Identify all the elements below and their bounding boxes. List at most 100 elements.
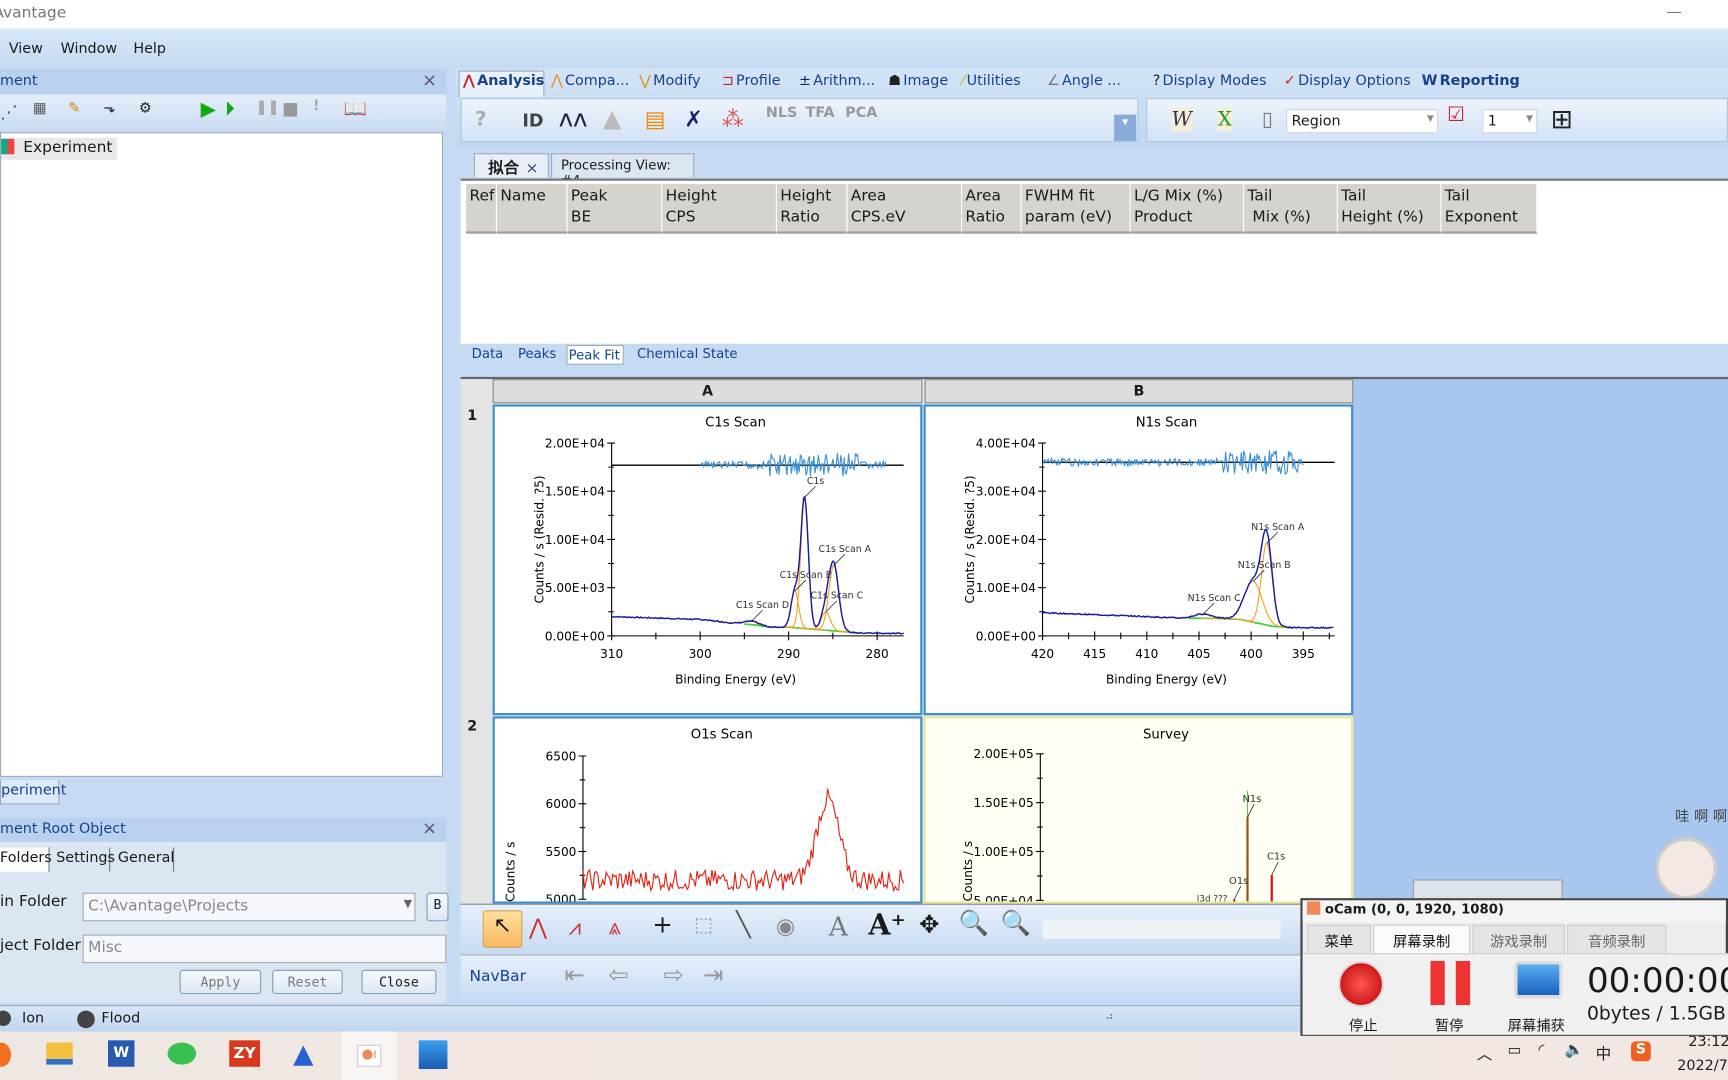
wifi-icon[interactable]: ◜ [1538,1041,1544,1059]
tree-item-experiment[interactable]: Experiment [1,137,117,160]
tab-experiment[interactable]: periment [0,780,66,805]
previous-icon[interactable]: ⇦ [608,962,628,990]
menu-help[interactable]: Help [133,41,166,58]
row-header-2[interactable]: 2 [467,719,477,736]
chart-c1s-scan[interactable]: C1s Scan 0.00E+00 5.00E+03 1.00E+04 1.50E+04… [492,404,923,716]
apply-button[interactable]: Apply [179,969,262,995]
word-icon[interactable]: W [107,1040,135,1067]
text-plus-icon[interactable]: A⁺ [868,909,905,942]
word-export-icon[interactable]: W [1171,107,1192,132]
ribbon-tab-10[interactable]: W Reporting [1422,73,1520,90]
layout-grid-icon[interactable]: ⊞ [1551,104,1573,135]
column-header[interactable]: Peak BE [567,184,663,234]
minimize-button[interactable]: — [1666,3,1681,21]
sub-tab[interactable]: Data [471,345,507,365]
grid-icon[interactable]: ▦ [33,100,47,117]
zy-icon[interactable]: ZY [229,1040,261,1067]
tab-processing-view[interactable]: Processing View: #4 [551,153,695,188]
chevron-up-icon[interactable]: ︿ [1477,1043,1492,1065]
stop-record-icon[interactable] [1337,960,1385,1008]
toolbar-field[interactable] [1042,919,1281,939]
spectrum-icon[interactable]: ▲ [603,106,622,134]
chevron-down-icon[interactable]: ▼ [404,898,412,910]
powerpoint-icon[interactable]: ▯ [1262,108,1273,131]
ribbon-tab-8[interactable]: ? Display Modes [1153,73,1267,90]
page-select[interactable]: 1 ▼ [1482,109,1538,134]
excel-export-icon[interactable]: X [1217,107,1232,132]
marquee-icon[interactable]: ⬚ [694,914,713,937]
close-button[interactable]: Close [361,969,437,995]
ribbon-tab-7[interactable]: ∠ Angle ... [1047,73,1121,90]
reset-button[interactable]: Reset [272,969,343,995]
tab-folders[interactable]: Folders [0,847,52,872]
help-id-icon[interactable]: ? [475,108,487,131]
tab-general[interactable]: General [112,847,174,872]
gear-icon[interactable]: ⚙ [139,100,152,117]
tab-fitting[interactable]: 拟合 × [473,153,549,178]
move-icon[interactable]: ✥ [919,911,939,939]
add-region-icon[interactable]: ⩘ [569,914,581,940]
ocam-tab[interactable]: 屏幕录制 [1373,924,1471,954]
ocam-taskbar-item[interactable]: ●ı [341,1031,397,1080]
sogou-icon[interactable]: S [1631,1041,1651,1062]
column-header-a[interactable]: A [492,379,923,404]
pca-button[interactable]: PCA [845,105,877,122]
add-peak-icon[interactable]: ⋀ [529,914,547,940]
file-explorer-icon[interactable] [46,1042,73,1065]
region-select[interactable]: Region ▼ [1286,109,1439,134]
chart-o1s-scan[interactable]: O1s Scan 5000 5500 6000 6500 Counts / s [492,716,923,904]
book-icon[interactable]: 📖 [344,98,367,120]
first-icon[interactable]: ⇤ [564,962,584,990]
menu-window[interactable]: Window [61,41,117,58]
id-button[interactable]: ID [522,110,543,131]
close-icon[interactable]: × [526,160,539,178]
browse-button[interactable]: B [426,892,449,922]
molecule-icon[interactable]: ⁂ [722,106,744,132]
pause-record-icon[interactable] [1430,960,1471,1006]
fan-widget-icon[interactable] [1655,837,1717,900]
last-icon[interactable]: ⇥ [703,962,723,990]
column-header[interactable]: Area CPS.eV [847,184,963,234]
next-icon[interactable]: ⇨ [663,962,683,990]
column-header[interactable]: Name [497,184,568,234]
text-icon[interactable]: A [829,911,848,942]
ribbon-tab-0[interactable]: ⋀ Analysis [463,73,544,90]
add-peaks-icon[interactable]: ⩓ [608,914,620,940]
scatter-icon[interactable]: ⋰ [0,101,18,122]
tfa-button[interactable]: TFA [806,105,835,122]
volume-icon[interactable]: 🔈 [1565,1041,1584,1059]
nls-button[interactable]: NLS [766,105,797,122]
ribbon-tab-3[interactable]: ⊐ Profile [722,73,781,90]
ribbon-tab-1[interactable]: ⋀ Compa... [551,73,629,90]
cross-peak-icon[interactable]: ✗ [684,106,702,132]
column-header[interactable]: Height CPS [662,184,777,234]
column-header[interactable]: Tail Mix (%) [1244,184,1338,234]
column-header[interactable]: FWHM fit param (eV) [1021,184,1131,234]
column-header[interactable]: Ref [466,184,498,234]
eye-icon[interactable]: ◉ [776,912,795,938]
project-folder-field[interactable]: Misc [82,934,447,964]
zoom-in-icon[interactable]: 🔍 [959,910,989,938]
column-header[interactable]: Tail Exponent [1441,184,1538,234]
stop-icon[interactable]: ■ [282,98,299,119]
clock[interactable]: 23:12 [1688,1034,1728,1051]
sub-tab[interactable]: Peaks [517,345,560,365]
battery-icon[interactable]: ▭ [1508,1043,1522,1060]
import-icon[interactable]: ⬎ [104,100,116,117]
photos-icon[interactable] [418,1040,448,1069]
play-step-icon[interactable]: ⏵ [225,98,235,121]
menu-view[interactable]: View [9,41,43,58]
column-header-b[interactable]: B [924,379,1354,404]
ribbon-tab-6[interactable]: ⁄ Utilities [962,73,1021,90]
main-folder-field[interactable]: C:\Avantage\Projects ▼ [82,892,416,922]
pen-icon[interactable]: ✎ [68,100,80,117]
pause-label[interactable]: 暂停 [1435,1014,1464,1035]
date[interactable]: 2022/7 [1677,1058,1727,1075]
row-header-1[interactable]: 1 [467,408,477,425]
peak-fit-icon[interactable]: ʌʌ [559,106,588,134]
column-header[interactable]: Height Ratio [776,184,848,234]
ribbon-tab-4[interactable]: ± Arithm... [799,73,875,90]
checklist-icon[interactable]: ☑ [1447,104,1465,127]
zoom-reset-icon[interactable]: 🔍 [1001,910,1031,938]
tab-settings[interactable]: Settings [52,847,115,872]
